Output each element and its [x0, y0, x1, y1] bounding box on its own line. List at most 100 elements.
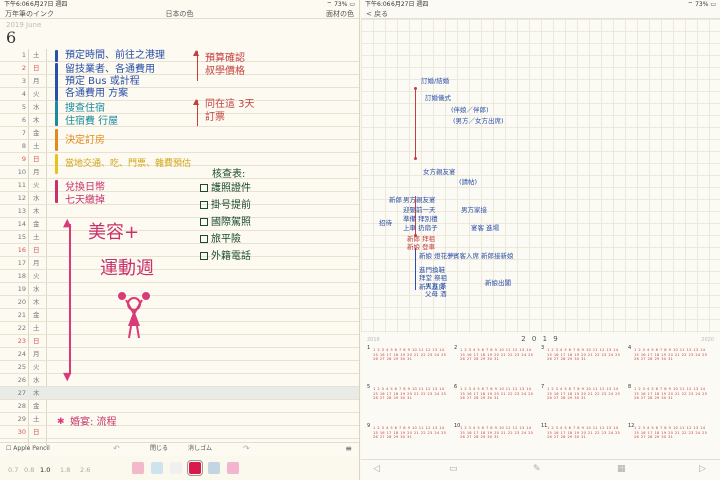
day-number: 24 [17, 350, 26, 358]
day-row[interactable]: 30 日 [0, 426, 359, 439]
color-swatch[interactable] [151, 462, 163, 474]
day-row[interactable]: 8土 [0, 140, 359, 153]
color-swatch[interactable] [132, 462, 144, 474]
checklist-item: 外籍電話 [200, 250, 251, 263]
timeline-note: 新娘 燈花夢 [419, 252, 454, 260]
mini-month[interactable]: 12 1 2 3 4 5 6 7 8 9 10 11 12 13 14 15 16… [626, 423, 710, 461]
mini-month[interactable]: 21 2 3 4 5 6 7 8 9 10 11 12 13 14 15 16 … [452, 345, 536, 383]
day-row[interactable]: 21 金 [0, 309, 359, 322]
undo-icon[interactable]: ↶ [113, 443, 120, 455]
note: 住宿費 行屋 [65, 116, 119, 127]
mini-month[interactable]: 41 2 3 4 5 6 7 8 9 10 11 12 13 14 15 16 … [626, 345, 710, 383]
day-row[interactable]: 24 月 [0, 348, 359, 361]
mini-month[interactable]: 31 2 3 4 5 6 7 8 9 10 11 12 13 14 15 16 … [539, 345, 623, 383]
day-row[interactable]: 13 木 [0, 205, 359, 218]
day-row[interactable]: 28 金 [0, 400, 359, 413]
calendar-icon[interactable]: ▦ [617, 464, 626, 474]
timeline-line [415, 89, 416, 159]
day-row[interactable]: 25 火 [0, 361, 359, 374]
note: 搜查住宿 [65, 103, 105, 114]
timeline-note: 拜堂 祭祖 [419, 274, 448, 282]
weekday: 金 [33, 220, 40, 228]
day-row[interactable]: 15 土 [0, 231, 359, 244]
mini-month[interactable]: 11 2 3 4 5 6 7 8 9 10 11 12 13 14 15 16 … [365, 345, 449, 383]
pen-size-option[interactable]: 0.8 [24, 466, 34, 474]
color-swatch[interactable] [170, 462, 182, 474]
day-row[interactable]: 3月 [0, 75, 359, 88]
day-number: 29 [17, 415, 26, 423]
back-button[interactable]: < 戻る [366, 9, 388, 19]
apple-pencil-toggle[interactable]: ☐ Apple Pencil [6, 443, 50, 455]
day-row[interactable]: 27 木 [0, 387, 359, 400]
page-thumbnail-icon[interactable]: ▭ [449, 464, 458, 474]
day-number: 27 [17, 389, 26, 397]
day-row[interactable]: 16 日 [0, 244, 359, 257]
mini-month[interactable]: 61 2 3 4 5 6 7 8 9 10 11 12 13 14 15 16 … [452, 384, 536, 422]
category-bar [55, 129, 58, 151]
day-row[interactable]: 20 木 [0, 296, 359, 309]
pen-size-option[interactable]: 2.6 [80, 466, 90, 474]
day-row[interactable]: 2日 [0, 62, 359, 75]
day-row[interactable]: 4火 [0, 88, 359, 101]
next-year-button[interactable]: 2020 [701, 337, 714, 343]
category-bar [55, 50, 58, 62]
weekday: 木 [33, 207, 40, 215]
mini-month[interactable]: 10 1 2 3 4 5 6 7 8 9 10 11 12 13 14 15 16… [452, 423, 536, 461]
mini-month[interactable]: 71 2 3 4 5 6 7 8 9 10 11 12 13 14 15 16 … [539, 384, 623, 422]
note-large: 美容+ [88, 222, 140, 243]
day-row[interactable]: 7金 [0, 127, 359, 140]
day-number: 21 [17, 311, 26, 319]
day-number: 5 [21, 103, 26, 111]
day-number: 19 [17, 285, 26, 293]
timeline-note: 新郎 拜祖 [407, 235, 436, 243]
weekday: 金 [33, 311, 40, 319]
day-row[interactable]: 17 月 [0, 257, 359, 270]
day-row[interactable]: 6木 [0, 114, 359, 127]
checkbox-icon [200, 252, 208, 260]
month-days: 1 2 3 4 5 6 7 8 9 10 11 12 13 14 15 16 1… [373, 348, 447, 362]
material-menu[interactable]: 面材の色 [326, 9, 354, 19]
day-row[interactable]: 5水 [0, 101, 359, 114]
color-swatch[interactable] [208, 462, 220, 474]
day-row[interactable]: 19 水 [0, 283, 359, 296]
arrow-line [69, 224, 71, 374]
day-row[interactable]: 22 土 [0, 322, 359, 335]
menu-icon[interactable]: ≡ [345, 443, 352, 455]
day-row[interactable]: 26 水 [0, 374, 359, 387]
day-row[interactable]: 1土 [0, 49, 359, 62]
color-swatch[interactable] [187, 460, 203, 476]
pen-icon[interactable]: ✎ [533, 464, 541, 474]
mini-month[interactable]: 81 2 3 4 5 6 7 8 9 10 11 12 13 14 15 16 … [626, 384, 710, 422]
arrow-up-icon: ▲ [193, 48, 200, 57]
day-row[interactable]: 18 火 [0, 270, 359, 283]
weekday: 月 [33, 350, 40, 358]
day-row[interactable]: 14 金 [0, 218, 359, 231]
color-swatch[interactable] [227, 462, 239, 474]
cheer-figure-icon [118, 292, 150, 339]
month-number: 2 [454, 345, 458, 351]
pen-size-option[interactable]: 1.8 [60, 466, 70, 474]
day-row[interactable]: 23 日 [0, 335, 359, 348]
weekday: 火 [33, 363, 40, 371]
eraser-button[interactable]: 消しゴム [188, 443, 212, 455]
checklist-item: 國際駕照 [200, 216, 251, 229]
month-number: 9 [367, 423, 371, 429]
day-number: 11 [17, 181, 26, 189]
month-number: 6 [454, 384, 458, 390]
note: 叔學價格 [205, 66, 245, 77]
mini-month[interactable]: 11 1 2 3 4 5 6 7 8 9 10 11 12 13 14 15 16… [539, 423, 623, 461]
timeline-note: 新郎 [389, 196, 402, 204]
pen-size-option[interactable]: 0.7 [8, 466, 18, 474]
day-row[interactable]: 11 火 [0, 179, 359, 192]
prev-page-icon[interactable]: ◁ [373, 464, 380, 474]
day-row[interactable]: 12 水 [0, 192, 359, 205]
close-button[interactable]: 閉じる [150, 443, 168, 455]
next-page-icon[interactable]: ▷ [699, 464, 706, 474]
day-row[interactable]: 29 土 [0, 413, 359, 426]
day-number: 15 [17, 233, 26, 241]
mini-month[interactable]: 91 2 3 4 5 6 7 8 9 10 11 12 13 14 15 16 … [365, 423, 449, 461]
redo-icon[interactable]: ↷ [243, 443, 250, 455]
pen-size-option[interactable]: 1.0 [40, 466, 50, 474]
color-menu[interactable]: 日本の色 [0, 9, 359, 19]
mini-month[interactable]: 51 2 3 4 5 6 7 8 9 10 11 12 13 14 15 16 … [365, 384, 449, 422]
